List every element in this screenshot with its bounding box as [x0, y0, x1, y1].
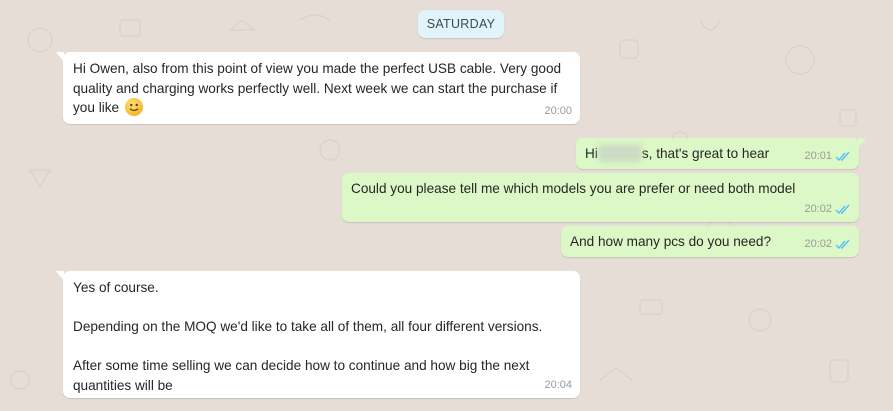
message-text: Yes of course. Depending on the MOQ we'd…	[73, 280, 543, 393]
message-text-prefix: Hi	[585, 146, 598, 161]
redacted-name-blur	[597, 144, 642, 162]
double-check-read-icon	[835, 151, 850, 161]
message-meta: 20:01	[804, 147, 851, 167]
double-check-read-icon	[835, 239, 850, 249]
message-outgoing[interactable]: And how many pcs do you need? 20:02	[561, 226, 859, 257]
message-meta: 20:04	[544, 376, 572, 396]
message-text: And how many pcs do you need?	[570, 234, 772, 249]
message-text: Hi Owen, also from this point of view yo…	[73, 61, 565, 115]
date-divider: SATURDAY	[418, 10, 504, 38]
message-time: 20:04	[544, 378, 572, 391]
message-incoming[interactable]: Yes of course. Depending on the MOQ we'd…	[56, 271, 580, 398]
slightly-smiling-face-icon	[124, 98, 143, 116]
message-time: 20:02	[804, 237, 832, 250]
message-text: Could you please tell me which models yo…	[351, 181, 796, 196]
message-outgoing[interactable]: Hi s, that's great to hear 20:01	[576, 138, 866, 169]
double-check-read-icon	[835, 204, 850, 214]
message-outgoing[interactable]: Could you please tell me which models yo…	[342, 173, 859, 222]
message-time: 20:02	[804, 202, 832, 215]
message-text-suffix: s, that's great to hear	[641, 146, 770, 161]
message-time: 20:01	[804, 149, 832, 162]
message-meta: 20:02	[804, 235, 851, 255]
message-incoming[interactable]: Hi Owen, also from this point of view yo…	[56, 52, 580, 124]
message-meta: 20:00	[544, 102, 572, 122]
message-time: 20:00	[544, 104, 572, 117]
message-meta: 20:02	[804, 200, 851, 220]
